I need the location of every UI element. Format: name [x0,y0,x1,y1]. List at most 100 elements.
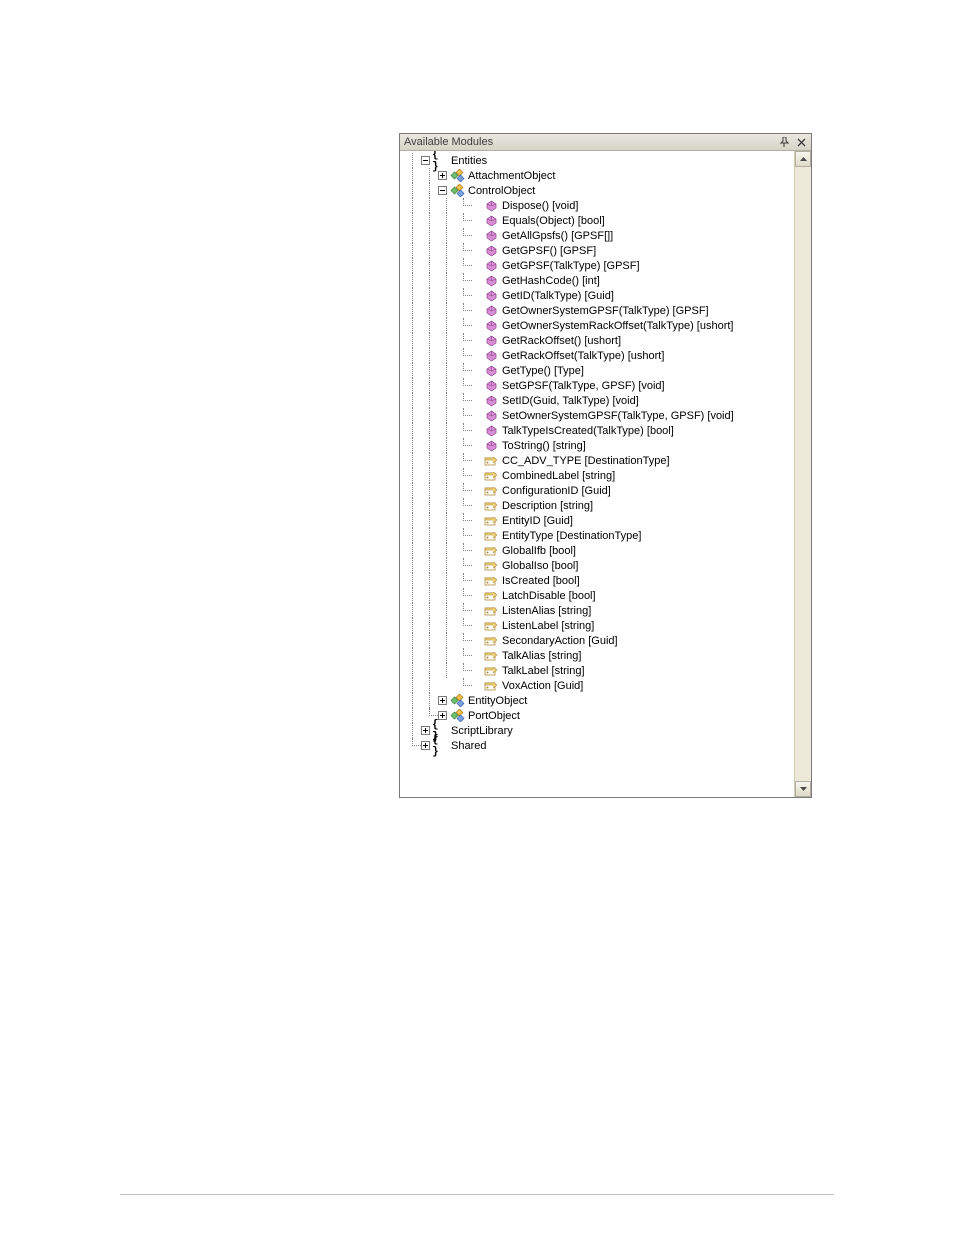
tree-node-entityobject[interactable]: EntityObject [404,693,794,708]
tree-node-member[interactable]: GetRackOffset() [ushort] [404,333,794,348]
tree-item-label: ToString() [string] [502,440,586,452]
scroll-up-button[interactable] [795,151,811,167]
tree-node-member[interactable]: Description [string] [404,498,794,513]
method-icon [483,304,499,318]
tree-node-member[interactable]: IsCreated [bool] [404,573,794,588]
tree-node-member[interactable]: GetID(TalkType) [Guid] [404,288,794,303]
tree-expander[interactable] [438,696,447,705]
tree-item-label: GetOwnerSystemRackOffset(TalkType) [usho… [502,320,733,332]
tree-item-label: SetID(Guid, TalkType) [void] [502,395,639,407]
tree-node-member[interactable]: GetGPSF() [GPSF] [404,243,794,258]
tree-node-shared[interactable]: { }Shared [404,738,794,753]
tree-expander[interactable] [421,726,430,735]
tree-node-member[interactable]: Equals(Object) [bool] [404,213,794,228]
method-icon [483,319,499,333]
tree-node-member[interactable]: ListenAlias [string] [404,603,794,618]
tree-item-label: Equals(Object) [bool] [502,215,605,227]
panel-titlebar: Available Modules [400,134,811,151]
tree-item-label: ConfigurationID [Guid] [502,485,611,497]
tree-node-attachmentobject[interactable]: AttachmentObject [404,168,794,183]
close-icon[interactable] [794,136,809,149]
property-icon [483,574,499,588]
tree-node-member[interactable]: EntityID [Guid] [404,513,794,528]
tree-node-member[interactable]: VoxAction [Guid] [404,678,794,693]
pin-icon[interactable] [777,136,792,149]
tree-node-member[interactable]: GetAllGpsfs() [GPSF[]] [404,228,794,243]
method-icon [483,199,499,213]
tree-node-member[interactable]: GlobalIfb [bool] [404,543,794,558]
tree-node-member[interactable]: SetID(Guid, TalkType) [void] [404,393,794,408]
property-icon [483,589,499,603]
tree-item-label: Entities [451,155,487,167]
tree-node-entities[interactable]: { }Entities [404,153,794,168]
tree-node-member[interactable]: CombinedLabel [string] [404,468,794,483]
method-icon [483,289,499,303]
tree-node-member[interactable]: Dispose() [void] [404,198,794,213]
tree-node-portobject[interactable]: PortObject [404,708,794,723]
tree-item-label: Shared [451,740,486,752]
namespace-icon: { } [432,154,448,168]
tree-node-member[interactable]: EntityType [DestinationType] [404,528,794,543]
tree-node-member[interactable]: GetOwnerSystemGPSF(TalkType) [GPSF] [404,303,794,318]
tree-item-label: GetGPSF() [GPSF] [502,245,596,257]
tree-item-label: CombinedLabel [string] [502,470,615,482]
tree-node-member[interactable]: GetOwnerSystemRackOffset(TalkType) [usho… [404,318,794,333]
tree-node-member[interactable]: TalkTypeIsCreated(TalkType) [bool] [404,423,794,438]
tree-node-member[interactable]: TalkLabel [string] [404,663,794,678]
tree-item-label: EntityID [Guid] [502,515,573,527]
method-icon [483,409,499,423]
tree-item-label: GetGPSF(TalkType) [GPSF] [502,260,640,272]
tree-item-label: SetGPSF(TalkType, GPSF) [void] [502,380,665,392]
tree-expander[interactable] [421,156,430,165]
tree-node-member[interactable]: GetRackOffset(TalkType) [ushort] [404,348,794,363]
method-icon [483,229,499,243]
tree-node-controlobject[interactable]: ControlObject [404,183,794,198]
tree-item-label: AttachmentObject [468,170,555,182]
tree-node-member[interactable]: GlobalIso [bool] [404,558,794,573]
tree-node-member[interactable]: SecondaryAction [Guid] [404,633,794,648]
method-icon [483,259,499,273]
scroll-down-button[interactable] [795,781,811,797]
tree-item-label: GetHashCode() [int] [502,275,600,287]
tree-item-label: GetID(TalkType) [Guid] [502,290,614,302]
tree-node-member[interactable]: ConfigurationID [Guid] [404,483,794,498]
tree-node-member[interactable]: LatchDisable [bool] [404,588,794,603]
panel-controls [777,136,809,149]
property-icon [483,484,499,498]
tree-item-label: CC_ADV_TYPE [DestinationType] [502,455,670,467]
property-icon [483,649,499,663]
page-rule [120,1194,834,1195]
property-icon [483,604,499,618]
method-icon [483,394,499,408]
tree-item-label: VoxAction [Guid] [502,680,583,692]
class-icon [449,694,465,708]
property-icon [483,469,499,483]
tree-node-member[interactable]: CC_ADV_TYPE [DestinationType] [404,453,794,468]
tree-expander[interactable] [438,171,447,180]
tree-expander[interactable] [438,711,447,720]
method-icon [483,439,499,453]
tree-item-label: ScriptLibrary [451,725,513,737]
tree-node-member[interactable]: GetHashCode() [int] [404,273,794,288]
method-icon [483,424,499,438]
tree-item-label: ControlObject [468,185,535,197]
tree-node-member[interactable]: SetOwnerSystemGPSF(TalkType, GPSF) [void… [404,408,794,423]
namespace-icon: { } [432,739,448,753]
tree-expander[interactable] [438,186,447,195]
module-tree[interactable]: { }Entities AttachmentObject ControlObje… [400,151,794,755]
tree-node-member[interactable]: TalkAlias [string] [404,648,794,663]
tree-item-label: GetOwnerSystemGPSF(TalkType) [GPSF] [502,305,709,317]
tree-node-member[interactable]: SetGPSF(TalkType, GPSF) [void] [404,378,794,393]
property-icon [483,544,499,558]
tree-node-member[interactable]: ToString() [string] [404,438,794,453]
tree-node-member[interactable]: GetType() [Type] [404,363,794,378]
tree-node-member[interactable]: ListenLabel [string] [404,618,794,633]
panel-title: Available Modules [404,136,493,148]
available-modules-panel: Available Modules { }Entities Attachment… [399,133,812,798]
tree-item-label: GetAllGpsfs() [GPSF[]] [502,230,613,242]
tree-node-member[interactable]: GetGPSF(TalkType) [GPSF] [404,258,794,273]
property-icon [483,679,499,693]
tree-expander[interactable] [421,741,430,750]
vertical-scrollbar[interactable] [794,151,811,797]
tree-node-scriptlibrary[interactable]: { }ScriptLibrary [404,723,794,738]
